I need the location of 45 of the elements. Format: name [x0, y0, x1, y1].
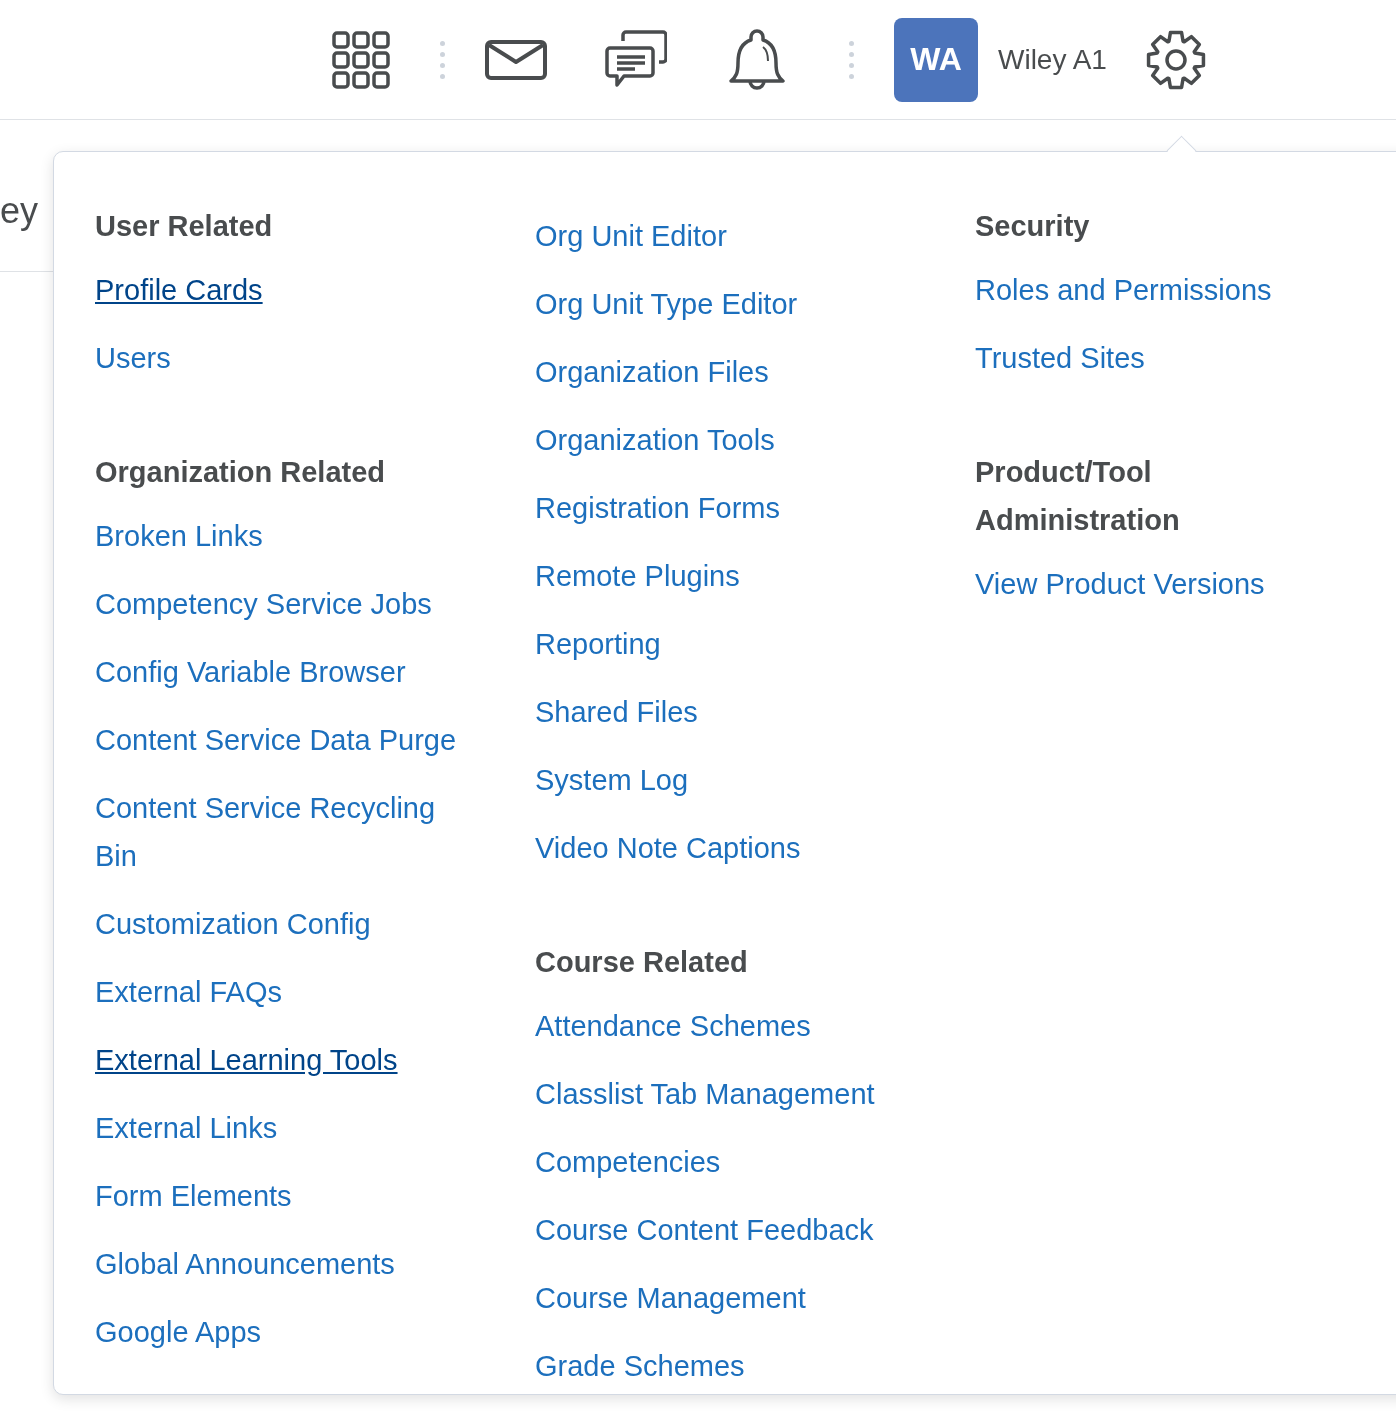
menu-link[interactable]: Roles and Permissions: [975, 256, 1272, 324]
notification-bell-icon[interactable]: [729, 28, 785, 91]
menu-link[interactable]: Competency Service Jobs: [95, 570, 432, 638]
section-heading: Product/Tool Administration: [975, 455, 1181, 538]
menu-link[interactable]: Competencies: [535, 1128, 721, 1196]
section-heading: Security: [975, 209, 1091, 244]
menu-link[interactable]: Video Note Captions: [535, 814, 801, 882]
menu-link[interactable]: Customization Config: [95, 890, 371, 958]
menu-link[interactable]: Course Content Feedback: [535, 1196, 874, 1264]
menu-link[interactable]: System Log: [535, 746, 689, 814]
menu-link[interactable]: Classlist Tab Management: [535, 1060, 875, 1128]
menu-link[interactable]: Org Unit Editor: [535, 202, 727, 270]
section-heading: Organization Related: [95, 455, 387, 490]
menu-link[interactable]: Reporting: [535, 610, 661, 678]
section-heading: User Related: [95, 209, 274, 244]
menu-link[interactable]: Organization Files: [535, 338, 769, 406]
menu-link[interactable]: Course Management: [535, 1264, 806, 1332]
apps-grid-icon[interactable]: [332, 30, 390, 89]
menu-link[interactable]: Form Elements: [95, 1162, 292, 1230]
menu-link[interactable]: Config Variable Browser: [95, 638, 406, 706]
user-avatar[interactable]: WA: [894, 17, 978, 102]
menu-link[interactable]: Global Announcements: [95, 1230, 395, 1298]
menu-link[interactable]: External FAQs: [95, 958, 282, 1026]
menu-link[interactable]: Grade Schemes: [535, 1332, 745, 1394]
menu-link[interactable]: View Product Versions: [975, 550, 1265, 618]
menu-link[interactable]: Content Service Recycling Bin: [95, 774, 480, 890]
menu-link[interactable]: Organization Tools: [535, 406, 775, 474]
section-heading: Course Related: [535, 945, 749, 980]
menu-link[interactable]: External Learning Tools: [95, 1026, 398, 1094]
menu-link[interactable]: Registration Forms: [535, 474, 780, 542]
menu-link[interactable]: External Links: [95, 1094, 278, 1162]
page-title: ey: [0, 190, 39, 231]
menu-link[interactable]: Content Service Data Purge: [95, 706, 457, 774]
user-name[interactable]: Wiley A1: [998, 43, 1107, 76]
menu-link[interactable]: Shared Files: [535, 678, 698, 746]
menu-link[interactable]: Broken Links: [95, 502, 263, 570]
menu-link[interactable]: Remote Plugins: [535, 542, 740, 610]
menu-link[interactable]: Profile Cards: [95, 256, 263, 324]
menu-link[interactable]: Users: [95, 324, 171, 392]
menu-link[interactable]: Google Apps: [95, 1298, 262, 1366]
menu-link[interactable]: Trusted Sites: [975, 324, 1145, 392]
menu-link[interactable]: Org Unit Type Editor: [535, 270, 798, 338]
mail-icon[interactable]: [485, 39, 547, 80]
menu-link[interactable]: Attendance Schemes: [535, 992, 811, 1060]
settings-icon[interactable]: [1144, 28, 1207, 91]
